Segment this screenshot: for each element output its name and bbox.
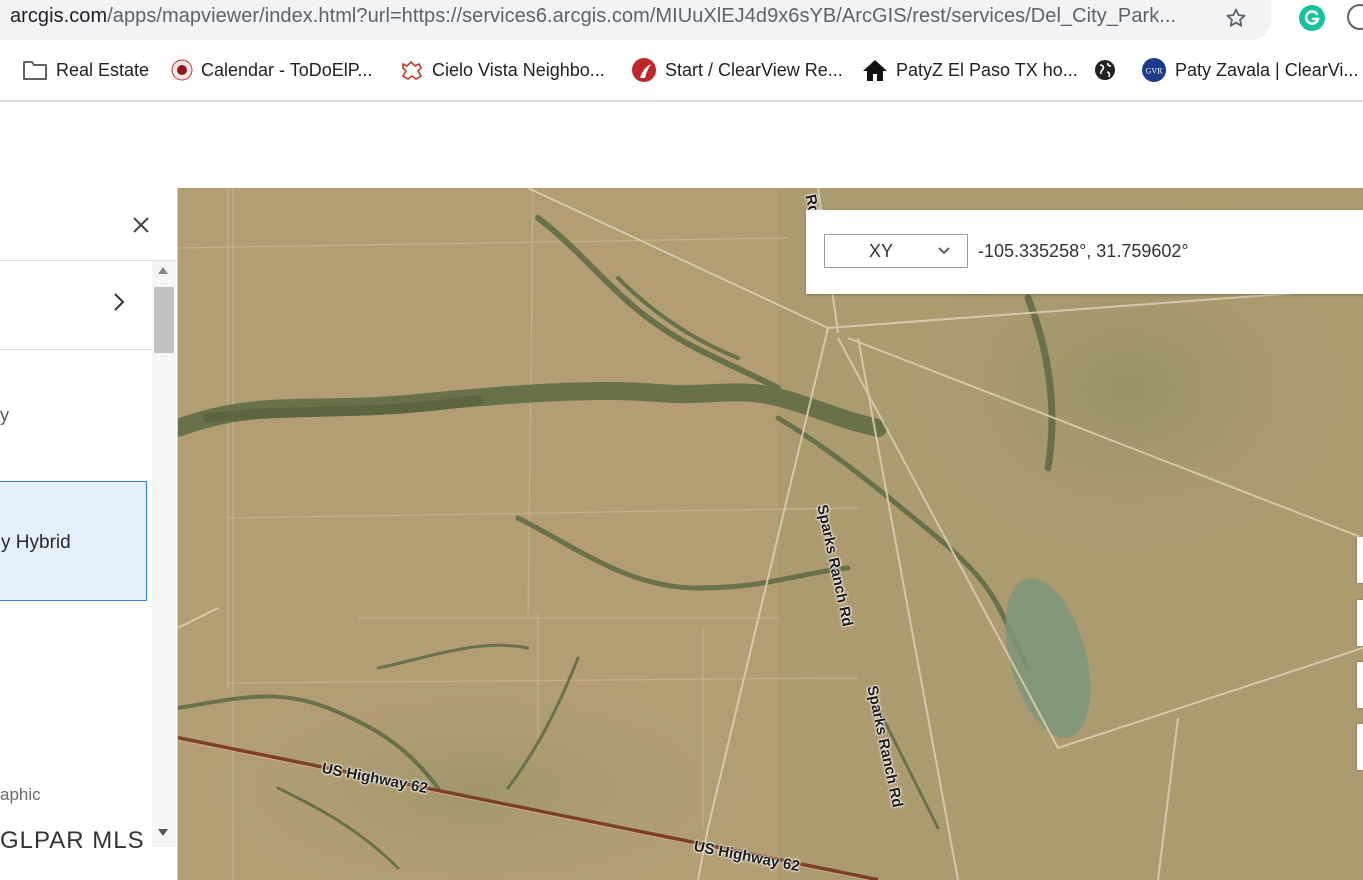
bookmark-patyz[interactable]: PatyZ El Paso TX ho...: [862, 48, 1078, 92]
list-item[interactable]: [0, 261, 152, 350]
basemap-item-label: y Hybrid: [1, 532, 71, 553]
svg-text:GVR: GVR: [1146, 67, 1164, 76]
bookmark-label: Real Estate: [56, 59, 150, 80]
map-control-button[interactable]: [1357, 537, 1363, 583]
bookmark-real-estate[interactable]: Real Estate: [22, 48, 149, 92]
grammarly-icon[interactable]: [1298, 4, 1326, 32]
bookmark-label: Start / ClearView Re...: [665, 59, 843, 80]
address-bar[interactable]: arcgis.com/apps/mapviewer/index.html?url…: [0, 0, 1271, 40]
scroll-down-arrow-icon[interactable]: [158, 829, 168, 836]
scroll-up-arrow-icon[interactable]: [158, 267, 168, 274]
chevron-right-icon: [114, 293, 125, 311]
bookmark-clearview[interactable]: Start / ClearView Re...: [631, 48, 843, 92]
bookmark-globe[interactable]: [1094, 48, 1116, 92]
folder-icon: [23, 61, 47, 80]
url-text[interactable]: arcgis.com/apps/mapviewer/index.html?url…: [10, 5, 1200, 28]
bookmark-label: Paty Zavala | ClearVi...: [1175, 59, 1359, 80]
close-icon[interactable]: [128, 212, 154, 238]
coordinate-format-value: XY: [869, 241, 894, 261]
house-icon: [863, 60, 887, 81]
panel-header: [0, 188, 177, 261]
extension-icon[interactable]: [1347, 4, 1363, 30]
globe-icon: [1095, 60, 1115, 80]
calendar-site-icon: [171, 59, 193, 81]
scrollbar-thumb[interactable]: [154, 287, 174, 353]
map-control-button[interactable]: [1357, 600, 1363, 646]
map-control-button[interactable]: [1357, 662, 1363, 708]
clearview-icon: [632, 58, 656, 82]
panel-scrollbar[interactable]: [152, 261, 176, 847]
bookmark-paty-zavala[interactable]: GVR Paty Zavala | ClearVi...: [1141, 48, 1358, 92]
bookmark-label: PatyZ El Paso TX ho...: [896, 59, 1078, 80]
coordinate-format-select[interactable]: XY: [824, 234, 968, 268]
chevron-down-icon: [938, 247, 950, 255]
bookmarks-bar: Real Estate Calendar - ToDoElP... Cielo …: [0, 48, 1363, 92]
panel-list: y y Hybrid aphic GLPAR MLS: [0, 261, 152, 861]
app-header: [0, 102, 1363, 188]
bookmark-label: Calendar - ToDoElP...: [201, 59, 373, 80]
basemap-panel: y y Hybrid aphic GLPAR MLS: [0, 188, 178, 880]
bookmark-star-icon[interactable]: [1224, 6, 1248, 30]
gvr-icon: GVR: [1142, 58, 1166, 82]
cielo-vista-icon: [401, 60, 423, 80]
bookmark-calendar[interactable]: Calendar - ToDoElP...: [171, 48, 372, 92]
bookmark-label: Cielo Vista Neighbo...: [432, 59, 605, 80]
list-item-text: y: [0, 405, 9, 425]
coordinate-widget: XY -105.335258°, 31.759602°: [806, 210, 1363, 294]
bookmark-cielo-vista[interactable]: Cielo Vista Neighbo...: [400, 48, 605, 92]
mls-logo-text: GLPAR MLS: [0, 827, 145, 854]
basemap-item-selected[interactable]: y Hybrid: [0, 481, 147, 601]
coordinate-value: -105.335258°, 31.759602°: [978, 241, 1189, 261]
basemap-item-label: aphic: [0, 785, 41, 804]
map-control-button[interactable]: [1357, 724, 1363, 770]
